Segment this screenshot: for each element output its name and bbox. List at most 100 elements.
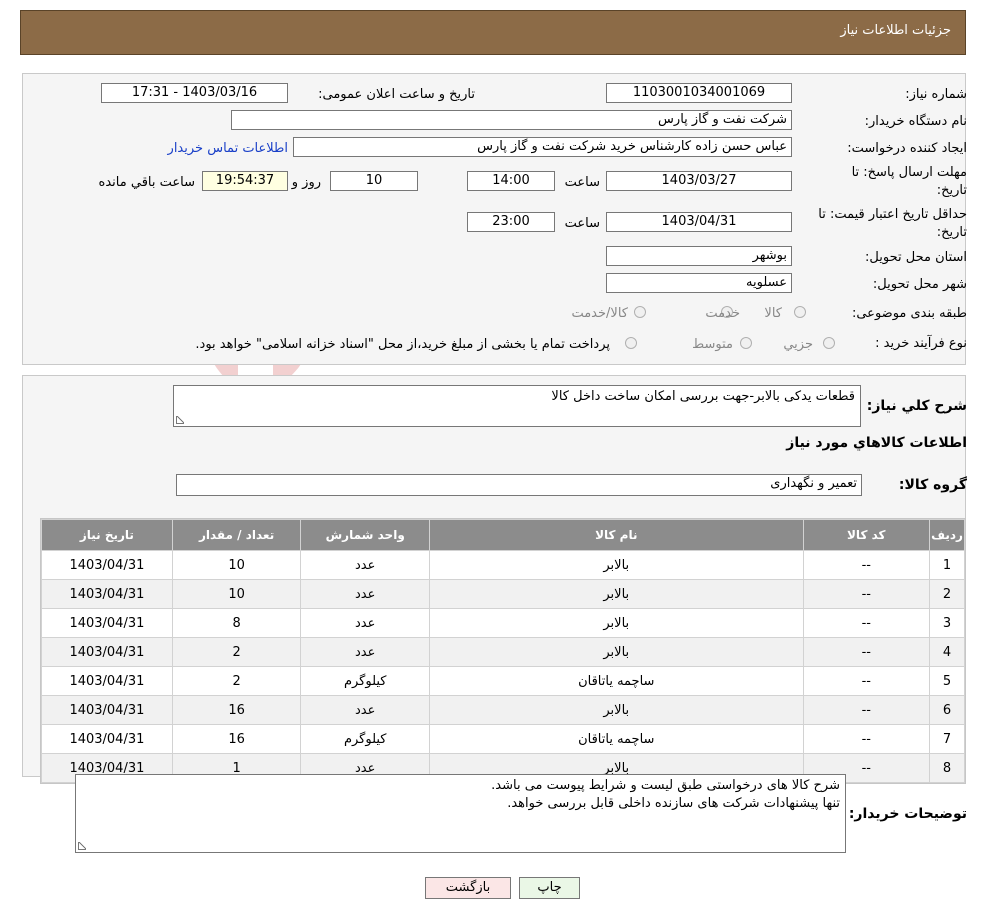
goods-table-body: 1 -- بالابر عدد 10 1403/04/31 2 -- بالابر عدد 10 14… [42,551,964,782]
cell-unit: کیلوگرم [301,667,430,695]
province-label: استان محل تحویل: [865,250,967,265]
buyer-org-field: شرکت نفت و گاز پارس [231,110,792,130]
process-radio-medium[interactable] [740,337,752,349]
cell-need-date: 1403/04/31 [42,551,172,579]
cell-goods-name: بالابر [430,696,803,724]
creator-field: عباس حسن زاده کارشناس خرید شرکت نفت و گا… [293,137,792,157]
col-quantity: تعداد / مقدار [172,520,301,550]
price-validity-label: حداقل تاریخ اعتبار قیمت: تا [818,207,967,222]
price-validity-label-2: تاریخ: [936,225,967,240]
cell-row-number: 6 [930,696,964,724]
cell-need-date: 1403/04/31 [42,667,172,695]
cell-goods-code: -- [803,609,930,637]
cell-quantity: 10 [172,580,301,608]
buyer-notes-textarea: شرح کالا های درخواستی طبق لیست و شرایط پ… [75,774,846,853]
cell-quantity: 2 [172,638,301,666]
cell-unit: عدد [301,609,430,637]
goods-section-title: اطلاعات کالاهاي مورد نياز [786,435,967,451]
print-button[interactable]: چاپ [519,877,580,899]
category-option-service: خدمت [705,306,740,321]
announce-field: 1403/03/16 - 17:31 [101,83,288,103]
col-unit: واحد شمارش [301,520,430,550]
cell-goods-code: -- [803,580,930,608]
cell-row-number: 5 [930,667,964,695]
cell-goods-name: بالابر [430,551,803,579]
cell-goods-code: -- [803,667,930,695]
col-need-date: تاریخ نیاز [42,520,172,550]
remaining-label: ساعت باقي مانده [98,175,195,190]
cell-row-number: 8 [930,754,964,782]
days-label: روز و [291,175,321,190]
cell-goods-name: بالابر [430,638,803,666]
price-time-label: ساعت [564,216,600,231]
col-goods-code: کد کالا [803,520,930,550]
cell-quantity: 16 [172,725,301,753]
category-radio-goods[interactable] [794,306,806,318]
process-option-minor: جزیي [783,337,813,352]
cell-row-number: 3 [930,609,964,637]
buyer-notes-line-1: شرح کالا های درخواستی طبق لیست و شرایط پ… [491,778,840,793]
city-label: شهر محل تحویل: [872,277,967,292]
cell-need-date: 1403/04/31 [42,580,172,608]
cell-quantity: 16 [172,696,301,724]
process-note: پرداخت تمام یا بخشی از مبلغ خرید،از محل … [195,337,610,352]
process-type-label: نوع فرآیند خرید : [875,336,967,351]
category-label: طبقه بندی موضوعی: [851,306,967,321]
cell-goods-code: -- [803,725,930,753]
description-textarea: قطعات یدکی بالابر-جهت بررسی امکان ساخت د… [173,385,861,427]
cell-unit: عدد [301,580,430,608]
col-goods-name: نام کالا [430,520,803,550]
remaining-time-field: 19:54:37 [202,171,288,191]
table-row: 4 -- بالابر عدد 2 1403/04/31 [42,638,964,666]
cell-goods-code: -- [803,696,930,724]
need-number-field: 1103001034001069 [606,83,792,103]
need-number-label: شماره نیاز: [905,87,967,102]
cell-goods-name: ساچمه یاتاقان [430,725,803,753]
description-label: شرح کلي نياز: [866,398,967,414]
reply-date-field: 1403/03/27 [606,171,792,191]
cell-quantity: 10 [172,551,301,579]
category-radio-goods-service[interactable] [634,306,646,318]
category-option-goods-service: کالا/خدمت [571,306,628,321]
table-row: 1 -- بالابر عدد 10 1403/04/31 [42,551,964,579]
province-field: بوشهر [606,246,792,266]
cell-row-number: 1 [930,551,964,579]
process-radio-minor[interactable] [823,337,835,349]
resize-handle-icon[interactable] [176,416,184,424]
buyer-notes-label: توضیحات خریدار: [848,806,967,822]
cell-unit: عدد [301,551,430,579]
cell-quantity: 8 [172,609,301,637]
back-button[interactable]: بازگشت [425,877,511,899]
cell-row-number: 7 [930,725,964,753]
process-radio-treasury[interactable] [625,337,637,349]
buyer-notes-line-2: تنها پیشنهادات شرکت های سازنده داخلی قاب… [507,796,840,811]
cell-goods-name: ساچمه یاتاقان [430,667,803,695]
cell-need-date: 1403/04/31 [42,725,172,753]
table-header-row: رديف کد کالا نام کالا واحد شمارش تعداد /… [42,520,964,550]
price-time-field: 23:00 [467,212,555,232]
cell-quantity: 2 [172,667,301,695]
cell-goods-code: -- [803,551,930,579]
cell-goods-name: بالابر [430,580,803,608]
cell-unit: عدد [301,696,430,724]
reply-time-label: ساعت [564,175,600,190]
category-option-goods: کالا [764,306,782,321]
table-row: 5 -- ساچمه یاتاقان کیلوگرم 2 1403/04/31 [42,667,964,695]
reply-time-field: 14:00 [467,171,555,191]
cell-need-date: 1403/04/31 [42,696,172,724]
cell-row-number: 4 [930,638,964,666]
page-title: جزئیات اطلاعات نیاز [840,23,951,38]
resize-handle-icon[interactable] [78,842,86,850]
goods-group-field: تعمیر و نگهداری [176,474,862,496]
process-option-medium: متوسط [692,337,733,352]
cell-need-date: 1403/04/31 [42,638,172,666]
description-text: قطعات یدکی بالابر-جهت بررسی امکان ساخت د… [551,389,855,404]
goods-group-label: گروه کالا: [898,477,967,493]
buyer-contact-link[interactable]: اطلاعات تماس خریدار [168,141,288,156]
table-row: 7 -- ساچمه یاتاقان کیلوگرم 16 1403/04/31 [42,725,964,753]
creator-label: ایجاد کننده درخواست: [847,141,967,156]
days-field: 10 [330,171,418,191]
cell-goods-code: -- [803,638,930,666]
col-row-number: رديف [930,520,964,550]
goods-table: رديف کد کالا نام کالا واحد شمارش تعداد /… [40,518,966,784]
